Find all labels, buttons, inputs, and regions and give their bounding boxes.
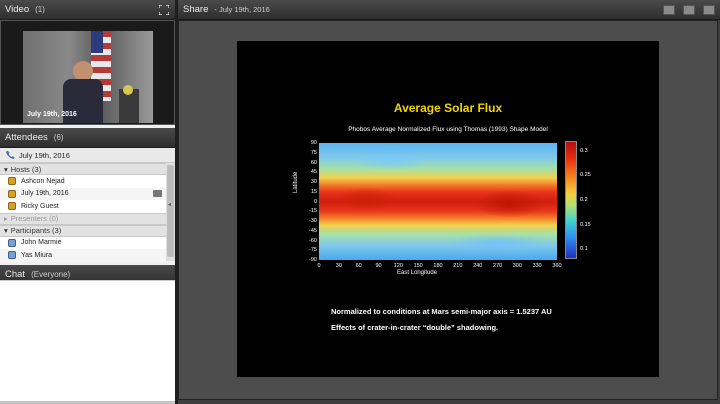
chat-messages[interactable] <box>0 280 175 404</box>
x-tick-label: 270 <box>492 263 503 269</box>
x-tick-label: 120 <box>393 263 403 269</box>
expand-arrow-icon: ▸ <box>4 214 8 223</box>
y-tick-label: -45 <box>309 227 317 234</box>
y-tick-label: 30 <box>310 179 317 185</box>
fit-width-icon[interactable] <box>683 4 695 15</box>
host-icon <box>8 189 16 198</box>
x-tick-label: 210 <box>453 263 463 269</box>
hosts-group[interactable]: ▾ Hosts (3) <box>0 163 166 175</box>
x-tick-label: 150 <box>413 263 423 269</box>
participants-group[interactable]: ▾ Participants (3) <box>0 224 166 237</box>
presentation-slide: Average Solar Flux Phobos Average Normal… <box>237 41 659 377</box>
attendee-name: Yas Miura <box>21 251 52 259</box>
x-tick-label: 0 <box>317 263 321 269</box>
fullscreen-share-icon[interactable] <box>703 4 715 15</box>
share-pod-title: Share <box>183 4 209 15</box>
colorbar-tick-label: 0.2 <box>580 197 588 203</box>
chat-pod-title: Chat <box>5 269 26 280</box>
heatmap <box>319 143 557 260</box>
y-tick-label: -75 <box>309 247 317 254</box>
slide-note-1: Normalized to conditions at Mars semi-ma… <box>331 307 552 316</box>
list-item[interactable]: Ashcon Nejad <box>0 175 166 188</box>
view-layout-icon[interactable] <box>663 4 675 15</box>
share-content-area: Average Solar Flux Phobos Average Normal… <box>178 20 718 400</box>
scrollbar-thumb[interactable] <box>167 165 174 257</box>
chat-pod-scope: (Everyone) <box>31 270 71 279</box>
attendees-pod-title: Attendees <box>5 132 48 143</box>
phone-icon <box>6 150 15 161</box>
y-tick-label: -90 <box>309 257 317 263</box>
presenters-group-label: Presenters (0) <box>10 214 59 223</box>
attendee-name: July 19th, 2016 <box>21 190 69 198</box>
attendee-scrollbar[interactable]: ◂ <box>166 163 175 261</box>
x-tick-label: 60 <box>355 263 362 269</box>
scroll-arrow-icon: ◂ <box>168 202 172 208</box>
x-tick-label: 240 <box>473 263 483 269</box>
presenters-group[interactable]: ▸ Presenters (0) <box>0 212 166 225</box>
list-item[interactable]: Ricky Guest <box>0 200 166 213</box>
attendee-name: Ashcon Nejad <box>21 177 65 185</box>
x-tick-label: 300 <box>512 263 522 269</box>
list-item[interactable]: July 19th, 2016 <box>0 187 166 200</box>
attendees-pod-count: (6) <box>53 133 64 142</box>
y-tick-label: -60 <box>309 237 317 244</box>
meeting-label: July 19th, 2016 <box>19 150 70 160</box>
share-pod-date: - July 19th, 2016 <box>214 5 270 14</box>
x-tick-label: 360 <box>552 263 562 269</box>
share-pod: Share - July 19th, 2016 Average Solar Fl… <box>178 0 720 404</box>
y-tick-label: 45 <box>310 169 317 176</box>
x-tick-label: 90 <box>375 263 382 269</box>
y-tick-label: 75 <box>310 149 317 156</box>
x-tick-label: 30 <box>335 263 342 269</box>
participants-group-label: Participants (3) <box>10 226 62 235</box>
left-panel: Video (1) July 19th, 2016 Attendees (6) … <box>0 0 175 404</box>
camera-icon <box>153 189 162 197</box>
colorbar-tick-label: 0.25 <box>580 172 591 179</box>
x-axis-label: East Longitude <box>397 270 438 276</box>
video-pod-count: (1) <box>35 5 45 14</box>
x-tick-label: 330 <box>532 263 542 269</box>
chart-title: Phobos Average Normalized Flux using Tho… <box>348 126 548 133</box>
host-icon <box>8 177 16 186</box>
attendee-name: John Marmie <box>21 239 62 247</box>
podium-image <box>119 85 139 123</box>
video-pod-title: Video <box>5 4 30 15</box>
attendees-pod-header: Attendees (6) <box>0 128 175 148</box>
colorbar-tick-label: 0.3 <box>580 147 588 154</box>
video-feed[interactable]: July 19th, 2016 <box>0 20 175 125</box>
y-tick-label: 90 <box>310 140 317 146</box>
y-tick-label: 60 <box>310 159 317 166</box>
slide-title: Average Solar Flux <box>393 101 503 115</box>
x-tick-label: 180 <box>433 263 443 269</box>
video-frame <box>23 31 153 123</box>
participant-icon <box>8 251 16 260</box>
app-window: Video (1) July 19th, 2016 Attendees (6) … <box>0 0 720 404</box>
x-axis-ticks: 0 30 60 90 120 150 180 210 240 270 300 330 360 <box>317 263 562 271</box>
fullscreen-icon[interactable] <box>158 4 170 16</box>
hosts-group-label: Hosts (3) <box>10 164 42 174</box>
y-tick-label: -15 <box>309 208 317 215</box>
colorbar-ticks: 0.3 0.25 0.2 0.15 0.1 <box>580 141 600 259</box>
y-tick-label: 0 <box>313 198 317 205</box>
video-pod-header: Video (1) <box>0 0 175 20</box>
slide-note-2: Effects of crater-in-crater “double” sha… <box>331 323 499 332</box>
collapse-arrow-icon: ▾ <box>4 226 8 235</box>
colorbar-tick-label: 0.15 <box>580 221 591 228</box>
colorbar <box>565 141 577 259</box>
collapse-arrow-icon: ▾ <box>4 164 8 174</box>
y-axis-ticks: 90 75 60 45 30 15 0 -15 -30 -45 -60 -75 -90 <box>301 140 319 263</box>
y-axis-label: Latitude <box>293 171 299 193</box>
list-item[interactable]: Yas Miura <box>0 249 166 262</box>
list-item[interactable]: John Marmie <box>0 237 166 250</box>
participant-icon <box>8 238 16 247</box>
y-tick-label: -30 <box>309 218 317 224</box>
share-pod-header: Share - July 19th, 2016 <box>178 0 720 20</box>
host-icon <box>8 202 16 211</box>
video-caption: July 19th, 2016 <box>27 111 77 118</box>
attendee-list[interactable]: ▾ Hosts (3) Ashcon Nejad July 19th, 2016… <box>0 163 175 262</box>
colorbar-tick-label: 0.1 <box>580 246 588 253</box>
attendee-name: Ricky Guest <box>21 202 59 210</box>
y-tick-label: 15 <box>310 188 317 195</box>
meeting-info-row[interactable]: July 19th, 2016 <box>0 148 175 163</box>
